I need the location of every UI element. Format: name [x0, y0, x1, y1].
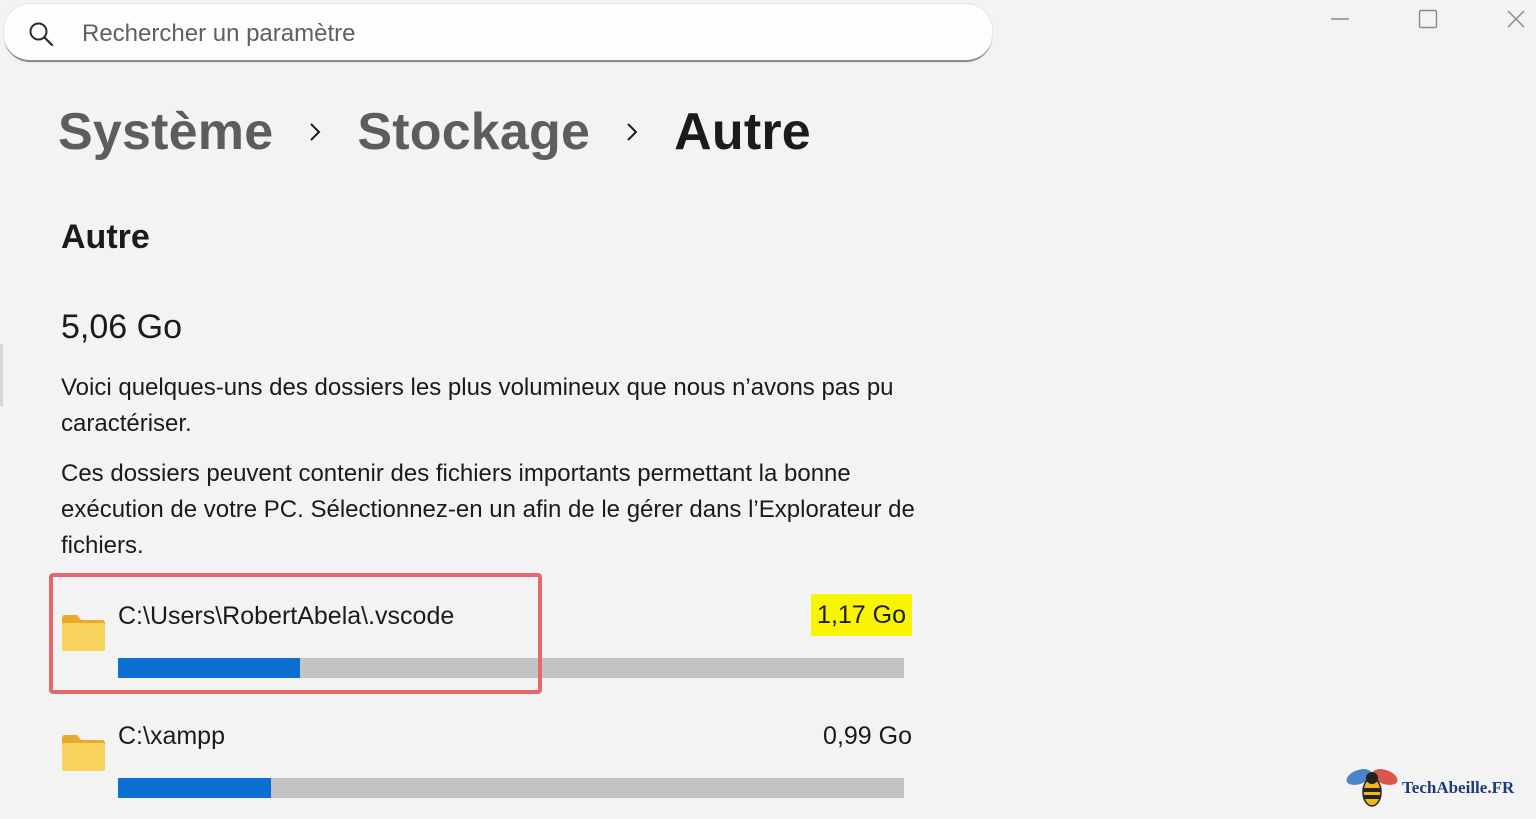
folder-size: 1,17 Go — [811, 594, 912, 636]
bee-logo-icon — [1346, 769, 1398, 807]
breadcrumb-item-stockage[interactable]: Stockage — [357, 102, 590, 162]
chevron-right-icon — [273, 120, 357, 144]
folder-size: 0,99 Go — [823, 722, 912, 750]
total-size: 5,06 Go — [61, 308, 182, 346]
breadcrumb: Système Stockage Autre — [58, 96, 811, 168]
breadcrumb-item-systeme[interactable]: Système — [58, 102, 273, 162]
search-icon — [29, 22, 54, 47]
close-button[interactable] — [1494, 4, 1536, 34]
maximize-button[interactable] — [1406, 4, 1450, 34]
folder-path: C:\xampp — [118, 722, 225, 750]
minimize-button[interactable] — [1318, 4, 1362, 34]
description-paragraph: Ces dossiers peuvent contenir des fichie… — [61, 460, 915, 559]
scroll-edge — [0, 344, 3, 406]
usage-bar — [118, 778, 904, 798]
chevron-right-icon — [590, 120, 674, 144]
close-icon — [1507, 10, 1525, 28]
search-input[interactable] — [82, 14, 962, 54]
breadcrumb-item-autre: Autre — [674, 103, 811, 161]
section-title: Autre — [61, 218, 150, 256]
search-box[interactable] — [4, 4, 992, 62]
watermark-logo: TechAbeille.FR — [1344, 764, 1526, 810]
minimize-icon — [1331, 18, 1349, 20]
folder-item[interactable]: C:\xampp 0,99 Go — [56, 712, 916, 812]
highlight-callout — [49, 573, 542, 694]
settings-window: Système Stockage Autre Autre 5,06 Go Voi… — [0, 0, 1536, 819]
watermark-text: TechAbeille.FR — [1402, 778, 1515, 797]
folder-icon — [62, 735, 105, 771]
maximize-icon — [1418, 9, 1438, 29]
description-paragraph: Voici quelques-uns des dossiers les plus… — [61, 374, 894, 437]
usage-bar-fill — [118, 778, 272, 798]
